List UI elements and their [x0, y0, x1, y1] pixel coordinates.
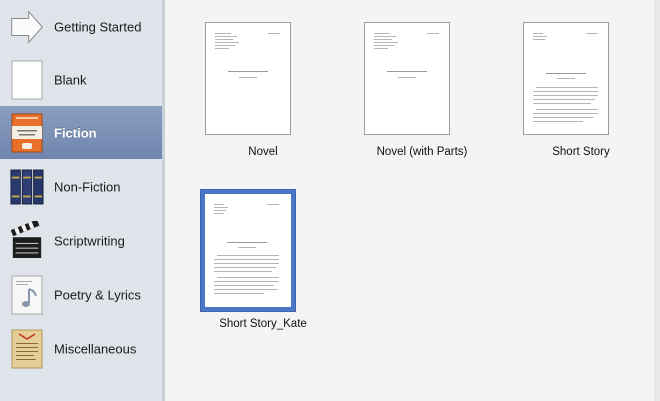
sidebar-item-label: Miscellaneous: [54, 341, 137, 356]
sidebar-item-label: Non-Fiction: [54, 179, 121, 194]
books-icon: [10, 167, 44, 207]
sidebar-item-scriptwriting[interactable]: Scriptwriting: [0, 214, 162, 267]
sidebar-item-label: Blank: [54, 72, 87, 87]
arrow-icon: [10, 7, 44, 47]
music-note-page-icon: [10, 275, 44, 315]
sidebar-item-label: Scriptwriting: [54, 233, 125, 248]
sidebar-item-fiction[interactable]: Fiction: [0, 106, 162, 159]
template-thumbnail[interactable]: [205, 22, 291, 135]
template-chooser: Getting Started Blank Fiction Non-Fictio…: [0, 0, 660, 401]
category-sidebar: Getting Started Blank Fiction Non-Fictio…: [0, 0, 165, 401]
sidebar-item-blank[interactable]: Blank: [0, 53, 162, 106]
template-thumbnail[interactable]: [364, 22, 450, 135]
sidebar-item-miscellaneous[interactable]: Miscellaneous: [0, 322, 162, 375]
template-thumbnail-selected[interactable]: [201, 190, 295, 311]
sidebar-item-label: Getting Started: [54, 19, 142, 34]
template-thumbnail[interactable]: [523, 22, 609, 135]
template-label: Short Story_Kate: [219, 318, 307, 330]
template-label: Novel: [248, 146, 278, 158]
scroll-track: [654, 0, 660, 401]
sidebar-item-getting-started[interactable]: Getting Started: [0, 0, 162, 53]
parchment-icon: [10, 329, 44, 369]
template-label: Novel (with Parts): [376, 146, 468, 158]
template-label: Short Story: [552, 146, 610, 158]
fiction-book-icon: [10, 113, 44, 153]
sidebar-item-label: Fiction: [54, 125, 97, 140]
template-grid: Novel Novel (with Parts) Short Story Sho…: [165, 0, 660, 401]
clapperboard-icon: [10, 220, 44, 261]
sidebar-item-label: Poetry & Lyrics: [54, 287, 141, 302]
blank-page-icon: [10, 60, 44, 100]
sidebar-item-poetry-lyrics[interactable]: Poetry & Lyrics: [0, 268, 162, 321]
sidebar-item-non-fiction[interactable]: Non-Fiction: [0, 160, 162, 213]
